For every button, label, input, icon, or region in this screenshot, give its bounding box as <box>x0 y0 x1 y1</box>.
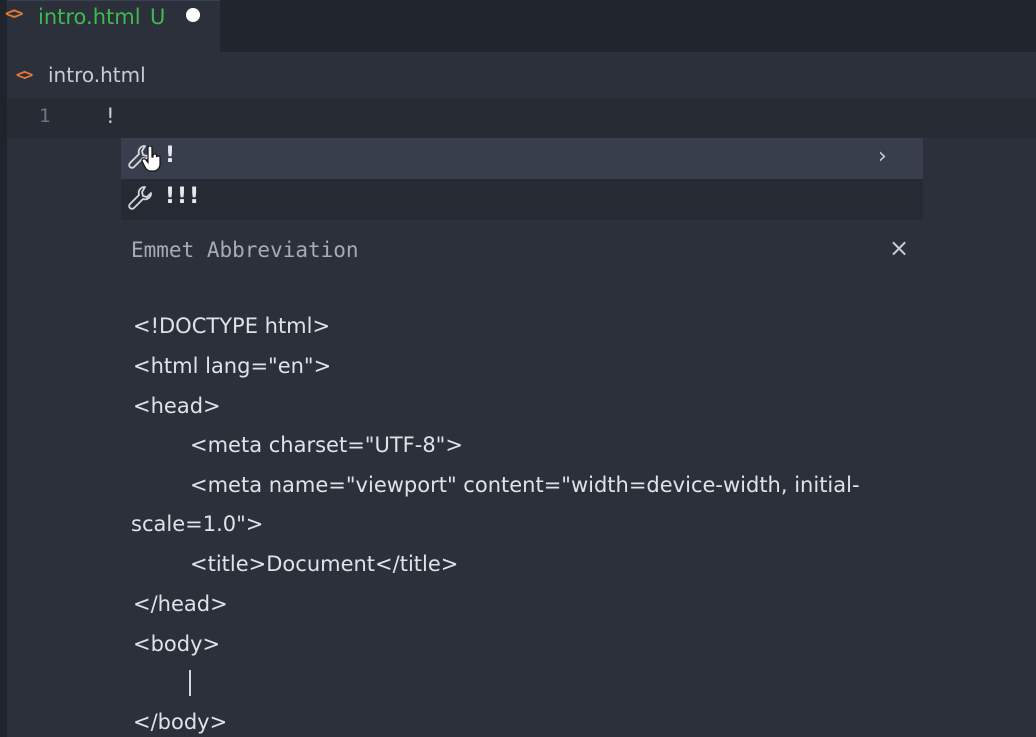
tab-label: intro.html <box>38 5 141 29</box>
details-title: Emmet Abbreviation <box>131 238 359 262</box>
left-edge-strip <box>0 0 7 737</box>
line-number: 1 <box>39 105 51 127</box>
html-file-icon: <> <box>16 65 33 84</box>
preview-line: <meta name="viewport" content="width=dev… <box>190 473 860 497</box>
preview-line: scale=1.0"> <box>131 512 264 536</box>
preview-line: <body> <box>133 632 221 656</box>
current-line[interactable]: 1 ! <box>7 98 1036 138</box>
suggestion-details-pane: Emmet Abbreviation × <!DOCTYPE html> <ht… <box>121 220 923 737</box>
breadcrumb: <> intro.html <box>7 52 1036 98</box>
chevron-right-icon[interactable]: › <box>878 144 887 169</box>
preview-line: </head> <box>133 592 228 616</box>
preview-line: <title>Document</title> <box>190 552 459 576</box>
editor-empty-area <box>923 138 1036 737</box>
line-content[interactable]: ! <box>104 104 117 128</box>
wrench-icon <box>128 186 152 210</box>
suggestion-label: ! <box>165 143 178 168</box>
cursor-placeholder-icon <box>189 670 191 696</box>
hand-pointer-icon <box>141 146 161 172</box>
close-icon[interactable]: × <box>889 234 909 262</box>
preview-line: <meta charset="UTF-8"> <box>190 433 463 457</box>
suggestion-item[interactable]: ! › <box>121 138 923 179</box>
preview-line: <!DOCTYPE html> <box>133 314 331 338</box>
suggestion-item[interactable]: !!! <box>121 179 923 220</box>
preview-line: <head> <box>133 394 221 418</box>
unsaved-dot-icon[interactable] <box>186 8 200 22</box>
html-file-icon: <> <box>5 4 24 24</box>
git-status-badge: U <box>150 5 166 29</box>
preview-line: </body> <box>133 710 228 734</box>
breadcrumb-item-file[interactable]: intro.html <box>48 63 146 87</box>
suggestion-widget: ! › !!! Emmet Abbreviation × <!DOCTYPE h… <box>121 138 923 737</box>
tab-intro-html[interactable]: <> intro.html U <box>5 0 220 52</box>
preview-line: <html lang="en"> <box>133 354 332 378</box>
suggestion-label: !!! <box>165 184 202 209</box>
tab-bar: <> intro.html U <box>5 0 1036 52</box>
